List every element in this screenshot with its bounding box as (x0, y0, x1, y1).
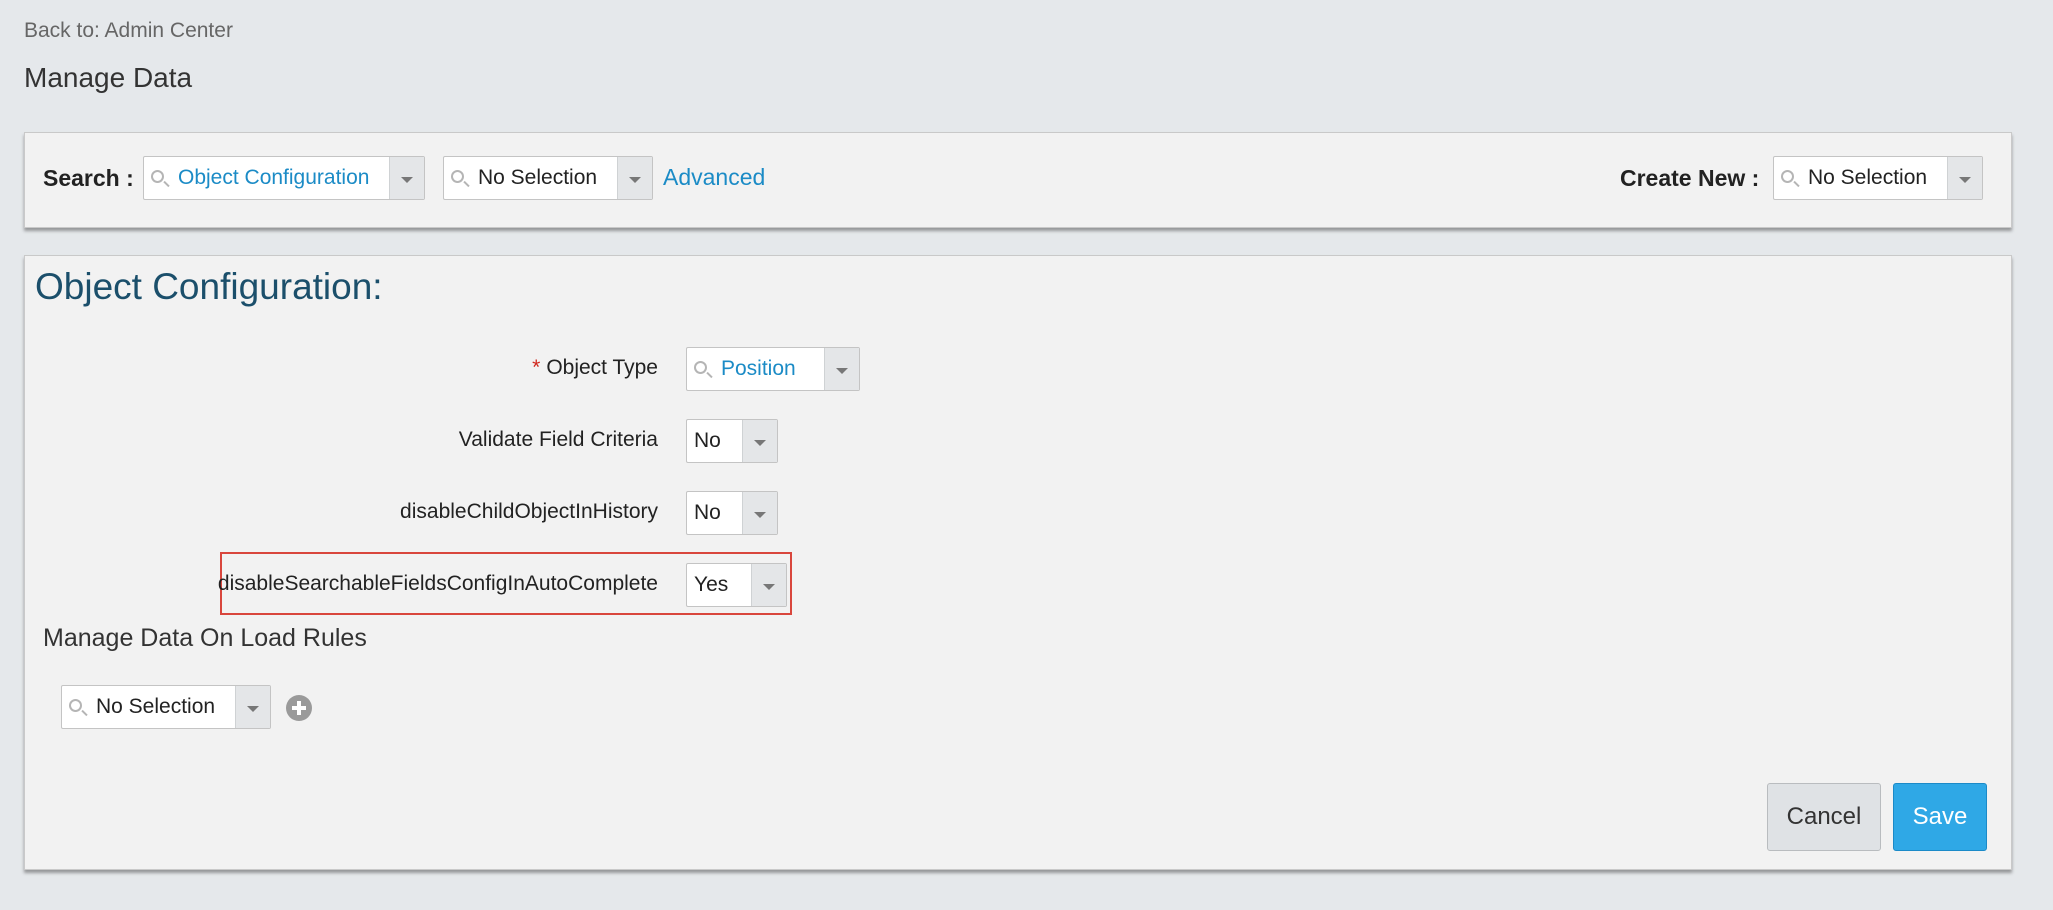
chevron-down-icon (763, 584, 775, 590)
validate-field-criteria-value: No (694, 429, 721, 452)
search-icon (69, 699, 82, 712)
disable-child-object-in-history-select[interactable]: No (686, 491, 778, 535)
disable-child-object-in-history-value: No (694, 501, 721, 524)
object-type-value: Position (721, 357, 796, 380)
object-type-label-text: Object Type (546, 356, 658, 379)
validate-field-criteria-label: Validate Field Criteria (458, 428, 658, 451)
page-title: Manage Data (24, 62, 193, 93)
disable-searchable-fields-config-value: Yes (694, 573, 729, 596)
create-new-value: No Selection (1808, 166, 1928, 189)
on-load-rules-dropdown-button[interactable] (235, 686, 270, 728)
search-icon (451, 170, 464, 183)
required-marker: * (532, 356, 541, 379)
cancel-button[interactable]: Cancel (1767, 783, 1881, 851)
back-to-admin-center-link[interactable]: Back to: Admin Center (24, 19, 233, 43)
save-button[interactable]: Save (1893, 783, 1987, 851)
object-configuration-form: Object Configuration: * Object Type Posit… (24, 255, 2012, 870)
on-load-rules-combo[interactable]: No Selection (61, 685, 271, 729)
chevron-down-icon (401, 177, 413, 183)
instance-search-combo[interactable]: No Selection (443, 156, 653, 200)
add-rule-icon[interactable] (286, 695, 312, 721)
disable-child-object-in-history-label: disableChildObjectInHistory (400, 500, 658, 523)
object-type-label: * Object Type (532, 356, 658, 380)
search-panel: Search : Object Configuration No Selecti… (24, 132, 2012, 228)
advanced-search-link[interactable]: Advanced (663, 164, 765, 191)
disable-searchable-fields-config-label: disableSearchableFieldsConfigInAutoCompl… (217, 572, 658, 595)
search-icon (151, 170, 164, 183)
chevron-down-icon (836, 368, 848, 374)
chevron-down-icon (1959, 177, 1971, 183)
on-load-rules-value: No Selection (96, 695, 216, 718)
search-icon (1781, 170, 1794, 183)
chevron-down-icon (754, 512, 766, 518)
validate-field-criteria-select[interactable]: No (686, 419, 778, 463)
disable-child-object-in-history-dropdown-button[interactable] (742, 492, 777, 534)
on-load-rules-title: Manage Data On Load Rules (43, 624, 367, 652)
object-type-dropdown-button[interactable] (824, 348, 859, 390)
object-type-search-combo[interactable]: Object Configuration (143, 156, 425, 200)
object-type-combo[interactable]: Position (686, 347, 860, 391)
validate-field-criteria-dropdown-button[interactable] (742, 420, 777, 462)
create-new-combo[interactable]: No Selection (1773, 156, 1983, 200)
search-label: Search : (43, 165, 134, 191)
disable-searchable-fields-config-select[interactable]: Yes (686, 563, 787, 607)
object-type-search-value: Object Configuration (178, 166, 370, 189)
create-new-dropdown-button[interactable] (1947, 157, 1982, 199)
search-icon (694, 361, 707, 374)
object-type-search-dropdown-button[interactable] (389, 157, 424, 199)
instance-search-dropdown-button[interactable] (617, 157, 652, 199)
chevron-down-icon (247, 706, 259, 712)
instance-search-value: No Selection (478, 166, 598, 189)
disable-searchable-fields-config-dropdown-button[interactable] (751, 564, 786, 606)
create-new-label: Create New : (1620, 165, 1760, 191)
chevron-down-icon (754, 440, 766, 446)
chevron-down-icon (629, 177, 641, 183)
form-title: Object Configuration: (35, 266, 383, 307)
